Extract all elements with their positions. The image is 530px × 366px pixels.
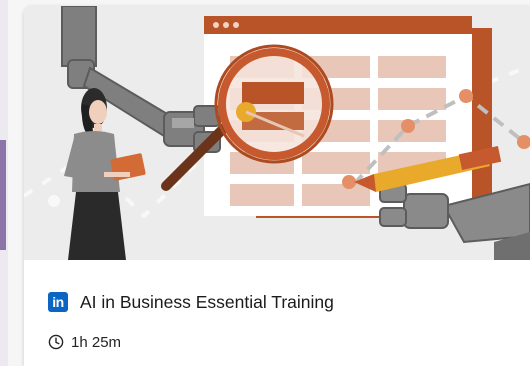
course-title-row[interactable]: in AI in Business Essential Training bbox=[48, 290, 334, 314]
course-card-body: in AI in Business Essential Training 1h … bbox=[24, 260, 530, 366]
course-title[interactable]: AI in Business Essential Training bbox=[80, 292, 334, 313]
course-duration: 1h 25m bbox=[71, 333, 122, 351]
ai-business-illustration bbox=[24, 6, 530, 260]
clock-icon bbox=[48, 334, 64, 350]
linkedin-icon: in bbox=[48, 292, 68, 312]
previous-course-card-edge[interactable] bbox=[0, 0, 8, 366]
course-duration-row: 1h 25m bbox=[48, 332, 121, 352]
previous-card-thumbnail-edge bbox=[0, 140, 6, 250]
course-thumbnail bbox=[24, 6, 530, 260]
course-card[interactable]: in AI in Business Essential Training 1h … bbox=[24, 6, 530, 366]
course-carousel: in AI in Business Essential Training 1h … bbox=[0, 0, 530, 366]
